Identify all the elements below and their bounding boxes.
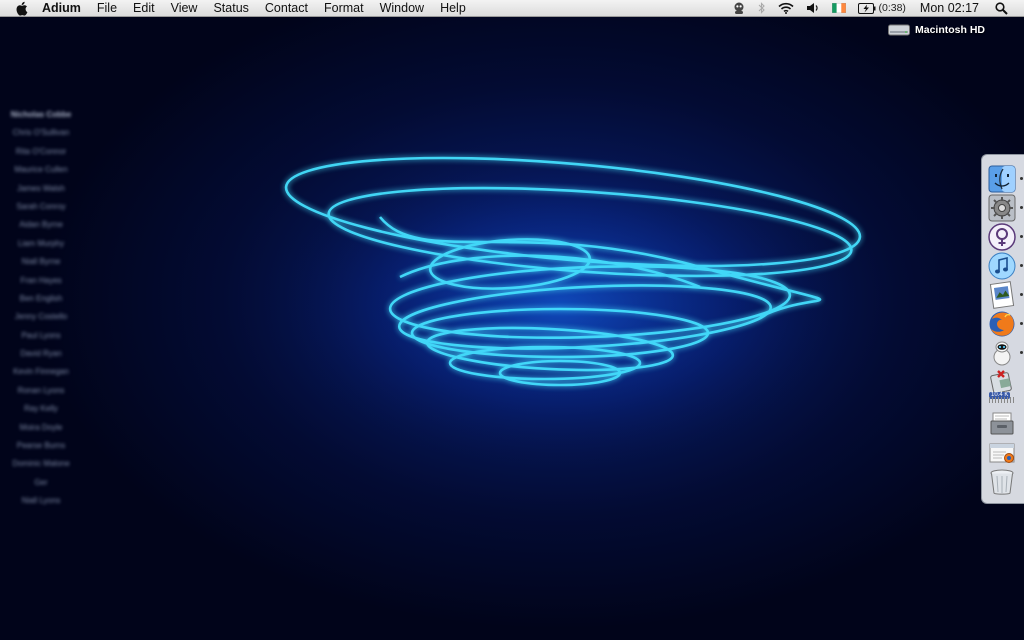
running-indicator — [1020, 206, 1023, 209]
contact-item[interactable]: Ben English — [0, 290, 82, 308]
contact-item[interactable]: Ronan Lyons — [0, 382, 82, 400]
downloads-stack-icon[interactable] — [988, 439, 1016, 467]
status-menus: (0:38) Mon 02:17 — [726, 0, 1024, 17]
apple-menu-icon[interactable] — [15, 0, 29, 16]
contact-item[interactable]: Jenny Costello — [0, 308, 82, 326]
contact-item[interactable]: Chris O'Sullivan — [0, 124, 82, 142]
contact-item[interactable]: Pearse Burns — [0, 437, 82, 455]
running-indicator — [1020, 235, 1023, 238]
bluetooth-icon[interactable] — [758, 0, 766, 17]
preview-icon[interactable] — [988, 281, 1023, 309]
macintosh-hd-desktop-icon[interactable]: Macintosh HD — [888, 24, 985, 36]
trash-icon[interactable] — [988, 468, 1016, 496]
menu-file[interactable]: File — [89, 0, 125, 17]
menu-contact[interactable]: Contact — [257, 0, 316, 17]
running-indicator — [1020, 322, 1023, 325]
contact-item[interactable]: Niall Lyons — [0, 492, 82, 510]
contact-item[interactable]: Paul Lyons — [0, 327, 82, 345]
contact-item[interactable]: Liam Murphy — [0, 235, 82, 253]
hard-drive-icon — [888, 24, 910, 36]
contact-item[interactable]: Ray Kelly — [0, 400, 82, 418]
adium-icon[interactable] — [988, 223, 1023, 251]
firefox-icon[interactable] — [988, 310, 1023, 338]
contact-item[interactable]: Aidan Byrne — [0, 216, 82, 234]
spotlight-search-icon[interactable] — [995, 0, 1008, 17]
adium-contact-list: Nicholas Cobbe Chris O'Sullivan Rita O'C… — [0, 106, 82, 511]
contact-item[interactable]: Niall Byrne — [0, 253, 82, 271]
running-indicator — [1020, 351, 1023, 354]
light-painting-wallpaper — [260, 147, 862, 467]
finder-icon[interactable] — [988, 165, 1023, 193]
running-indicator — [1020, 177, 1023, 180]
macintosh-hd-label: Macintosh HD — [915, 24, 986, 36]
menu-list: Adium File Edit View Status Contact Form… — [42, 0, 474, 17]
menu-app-name[interactable]: Adium — [42, 0, 89, 17]
menu-status[interactable]: Status — [205, 0, 256, 17]
dock: 10.4 K — [981, 154, 1024, 504]
itunes-icon[interactable] — [988, 252, 1023, 280]
download-manager-icon[interactable]: 10.4 K — [988, 368, 1016, 399]
menu-edit[interactable]: Edit — [125, 0, 163, 17]
contact-item[interactable]: Dominic Malone — [0, 455, 82, 473]
wifi-icon[interactable] — [778, 0, 795, 17]
adium-status-icon[interactable] — [732, 0, 746, 17]
menubar-clock[interactable]: Mon 02:17 — [920, 1, 979, 15]
running-indicator — [1020, 293, 1023, 296]
menu-view[interactable]: View — [163, 0, 206, 17]
menu-bar: Adium File Edit View Status Contact Form… — [0, 0, 1024, 17]
dock-separator — [989, 397, 1016, 403]
contact-item[interactable]: James Walsh — [0, 180, 82, 198]
contact-list-header[interactable]: Nicholas Cobbe — [0, 106, 82, 124]
battery-time: (0:38) — [878, 2, 906, 14]
volume-icon[interactable] — [806, 0, 820, 17]
contact-item[interactable]: Kevin Finnegan — [0, 363, 82, 381]
menu-help[interactable]: Help — [432, 0, 474, 17]
contact-item[interactable]: Sarah Conroy — [0, 198, 82, 216]
documents-stack-icon[interactable] — [988, 409, 1016, 437]
contact-item[interactable]: Rita O'Connor — [0, 143, 82, 161]
menu-window[interactable]: Window — [372, 0, 432, 17]
robot-app-icon[interactable] — [988, 339, 1023, 367]
system-preferences-icon[interactable] — [988, 194, 1023, 222]
menu-format[interactable]: Format — [316, 0, 372, 17]
contact-item[interactable]: Moira Doyle — [0, 419, 82, 437]
battery-icon[interactable]: (0:38) — [858, 0, 906, 17]
irish-flag-input-icon[interactable] — [832, 0, 847, 17]
running-indicator — [1020, 264, 1023, 267]
contact-item[interactable]: Ger — [0, 474, 82, 492]
contact-item[interactable]: David Ryan — [0, 345, 82, 363]
contact-item[interactable]: Fran Hayes — [0, 272, 82, 290]
contact-item[interactable]: Maurice Cullen — [0, 161, 82, 179]
